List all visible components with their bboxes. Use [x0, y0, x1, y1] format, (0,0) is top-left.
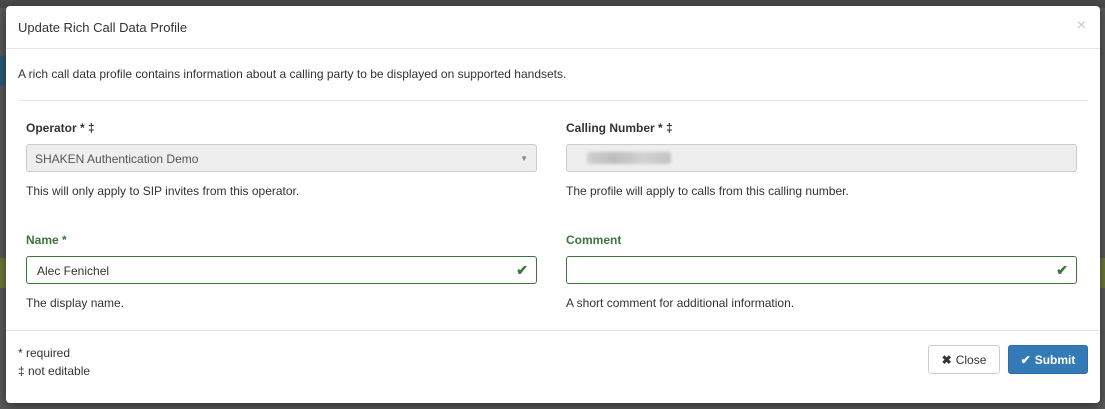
- comment-help: A short comment for additional informati…: [566, 296, 795, 310]
- operator-label: Operator * ‡: [26, 121, 95, 135]
- times-icon: ✖: [941, 352, 952, 367]
- operator-select-value: SHAKEN Authentication Demo: [35, 152, 199, 166]
- submit-button-label: Submit: [1034, 352, 1076, 367]
- comment-input[interactable]: ✔: [566, 256, 1077, 284]
- caret-down-icon: ▼: [520, 154, 528, 163]
- update-profile-modal: Update Rich Call Data Profile × A rich c…: [6, 6, 1100, 403]
- name-help: The display name.: [26, 296, 125, 310]
- close-button-label: Close: [955, 352, 987, 367]
- legend-not-editable: ‡ not editable: [18, 364, 91, 378]
- calling-number-label: Calling Number * ‡: [566, 121, 673, 135]
- close-button[interactable]: ✖ Close: [928, 345, 1000, 374]
- name-field: Name * Alec Fenichel ✔ The display name.: [26, 233, 539, 310]
- comment-field: Comment ✔ A short comment for additional…: [566, 233, 1079, 310]
- check-icon: ✔: [1020, 352, 1031, 367]
- name-input-value: Alec Fenichel: [37, 264, 110, 278]
- calling-number-help: The profile will apply to calls from thi…: [566, 184, 849, 198]
- legend-required: * required: [18, 346, 71, 360]
- modal-title: Update Rich Call Data Profile: [18, 20, 188, 35]
- modal-footer-divider: [6, 330, 1100, 331]
- redacted-value: [587, 152, 671, 164]
- name-label: Name *: [26, 233, 67, 247]
- close-icon[interactable]: ×: [1077, 17, 1086, 35]
- name-input[interactable]: Alec Fenichel ✔: [26, 256, 537, 284]
- comment-label: Comment: [566, 233, 622, 247]
- modal-header: Update Rich Call Data Profile ×: [6, 6, 1100, 49]
- check-icon: ✔: [516, 262, 528, 278]
- calling-number-input: [566, 144, 1077, 172]
- submit-button[interactable]: ✔ Submit: [1008, 345, 1088, 374]
- calling-number-field: Calling Number * ‡ The profile will appl…: [566, 121, 1079, 198]
- divider: [18, 100, 1088, 101]
- operator-field: Operator * ‡ SHAKEN Authentication Demo …: [26, 121, 539, 198]
- check-icon: ✔: [1056, 262, 1068, 278]
- operator-help: This will only apply to SIP invites from…: [26, 184, 300, 198]
- modal-description: A rich call data profile contains inform…: [18, 67, 567, 81]
- operator-select: SHAKEN Authentication Demo ▼: [26, 144, 537, 172]
